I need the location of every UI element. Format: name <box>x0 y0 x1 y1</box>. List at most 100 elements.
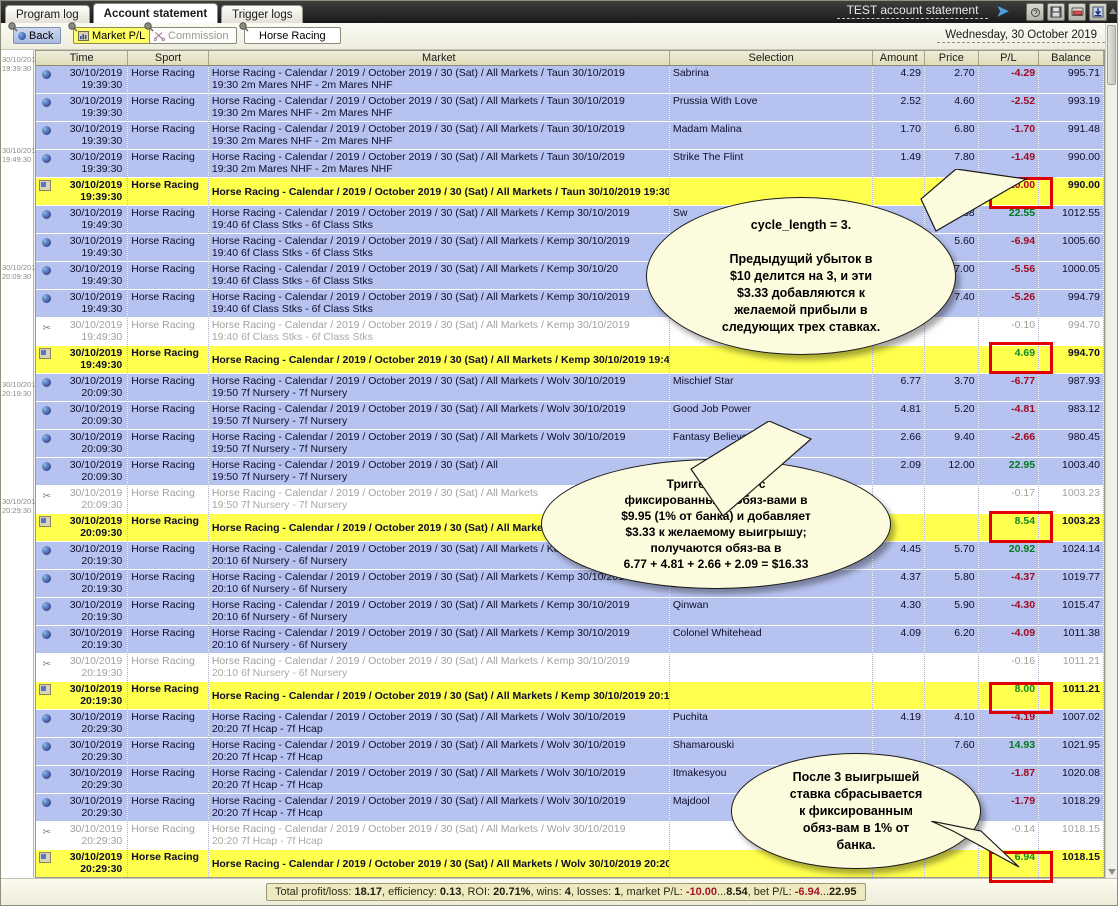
bet-row[interactable]: 30/10/2019 19:39:30 Horse Racing Horse Raci… <box>36 65 1104 94</box>
cell-sport: Horse Racing <box>127 373 209 402</box>
row-date: 30/10/2019 <box>69 374 123 387</box>
bet-row[interactable]: 30/10/2019 20:29:30 Horse Racing Horse Raci… <box>36 709 1104 738</box>
window-buttons <box>1026 3 1107 21</box>
market-line1: Horse Racing - Calendar / 2019 / October… <box>211 353 670 366</box>
back-button[interactable]: Back <box>8 22 62 44</box>
efficiency-label: efficiency: <box>388 886 437 898</box>
cell-balance: 994.79 <box>1038 289 1104 318</box>
bet-row[interactable]: 30/10/2019 19:39:30 Horse Racing Horse Raci… <box>36 93 1104 122</box>
bet-dot-icon <box>42 153 51 163</box>
bet-row[interactable]: 30/10/2019 20:09:30 Horse Racing Horse Raci… <box>36 401 1104 430</box>
scroll-up-button[interactable] <box>1107 4 1117 18</box>
row-date: 30/10/2019 <box>69 206 123 219</box>
row-time: 19:39:30 <box>81 134 123 147</box>
save-button[interactable] <box>1047 3 1065 21</box>
total-label: Total profit/loss: <box>275 886 352 898</box>
help-icon <box>1030 7 1040 17</box>
market-line1: Horse Racing - Calendar / 2019 / October… <box>211 598 630 611</box>
cell-sport: Horse Racing <box>127 737 209 766</box>
timeline-gutter: 30/10/201 19:39:30 30/10/201 19:49:30 30/10/… <box>1 50 35 878</box>
cell-market: Horse Racing - Calendar / 2019 / October… <box>208 709 670 738</box>
market-total-row[interactable]: 30/10/2019 20:19:30 Horse Racing Horse Raci… <box>36 681 1104 710</box>
cell-balance: 1018.15 <box>1038 821 1104 850</box>
bet-row[interactable]: 30/10/2019 20:29:30 Horse Racing Horse Raci… <box>36 737 1104 766</box>
cell-price <box>924 345 979 374</box>
bet-row[interactable]: 30/10/2019 20:09:30 Horse Racing Horse Raci… <box>36 457 1104 486</box>
col-balance[interactable]: Balance <box>1038 51 1104 66</box>
row-date: 30/10/2019 <box>69 262 123 275</box>
timeline-mark: 30/10/201 20:19:30 <box>2 380 35 398</box>
bet-row[interactable]: 30/10/2019 20:19:30 Horse Racing Horse Raci… <box>36 625 1104 654</box>
sport-filter-button[interactable]: Horse Racing <box>239 22 341 44</box>
cell-sport: Horse Racing <box>127 121 209 150</box>
row-time: 20:09:30 <box>81 470 123 483</box>
row-time: 20:09:30 <box>81 386 123 399</box>
cell-market: Horse Racing - Calendar / 2019 / October… <box>208 597 670 626</box>
cell-pl: -4.30 <box>978 597 1040 626</box>
cell-balance: 1011.21 <box>1038 681 1104 710</box>
row-date: 30/10/2019 <box>69 514 123 527</box>
commission-row[interactable]: ✂ 30/10/2019 20:19:30 Horse Racing Horse Rac… <box>36 653 1104 682</box>
scrollbar-thumb[interactable] <box>1107 25 1116 85</box>
commission-row[interactable]: ✂ 30/10/2019 19:49:30 Horse Racing Horse Rac… <box>36 317 1104 346</box>
bet-row[interactable]: 30/10/2019 20:19:30 Horse Racing Horse Raci… <box>36 597 1104 626</box>
market-pl-button[interactable]: Market P/L <box>68 22 154 44</box>
scroll-down-button[interactable] <box>1107 867 1117 877</box>
row-time: 20:19:30 <box>81 554 123 567</box>
cell-price: 3.70 <box>924 373 979 402</box>
market-line2: 19:30 2m Mares NHF - 2m Mares NHF <box>211 78 393 91</box>
bet-row[interactable]: 30/10/2019 20:09:30 Horse Racing Horse Raci… <box>36 429 1104 458</box>
timeline-date: 30/10/201 <box>2 380 36 389</box>
callout-line: к фиксированным <box>799 803 913 818</box>
range-sep: ... <box>717 886 727 898</box>
bet-dot-icon <box>42 237 51 247</box>
row-date: 30/10/2019 <box>69 654 123 667</box>
cell-sport: Horse Racing <box>127 681 209 710</box>
cell-balance: 1018.29 <box>1038 793 1104 822</box>
table-header-row: Time Sport Market Selection Amount Price… <box>36 51 1104 66</box>
cell-balance: 1024.14 <box>1038 541 1104 570</box>
col-sport[interactable]: Sport <box>127 51 209 66</box>
row-icon <box>39 431 53 444</box>
col-amount[interactable]: Amount <box>872 51 925 66</box>
tab-trigger-logs[interactable]: Trigger logs <box>221 5 304 24</box>
pl-value: -1.49 <box>1011 150 1036 163</box>
market-line1: Horse Racing - Calendar / 2019 / October… <box>211 402 626 415</box>
help-button[interactable] <box>1026 3 1044 21</box>
cell-selection: Mischief Star <box>669 373 874 402</box>
col-selection[interactable]: Selection <box>669 51 874 66</box>
col-price[interactable]: Price <box>924 51 979 66</box>
row-time: 20:29:30 <box>81 750 123 763</box>
pl-value: -5.56 <box>1011 262 1036 275</box>
tab-account-statement[interactable]: Account statement <box>92 3 219 24</box>
cell-time: 30/10/2019 19:39:30 <box>36 177 129 206</box>
market-pl-label: market P/L: <box>626 886 683 898</box>
commission-button[interactable]: Commission <box>144 22 237 44</box>
bet-row[interactable]: 30/10/2019 20:19:30 Horse Racing Horse Raci… <box>36 569 1104 598</box>
bet-dot-icon <box>42 209 51 219</box>
cell-sport: Horse Racing <box>127 149 209 178</box>
col-market[interactable]: Market <box>208 51 670 66</box>
cell-market: Horse Racing - Calendar / 2019 / October… <box>208 681 670 710</box>
bet-row[interactable]: 30/10/2019 20:09:30 Horse Racing Horse Raci… <box>36 373 1104 402</box>
bet-row[interactable]: 30/10/2019 19:39:30 Horse Racing Horse Raci… <box>36 121 1104 150</box>
cell-balance: 1019.77 <box>1038 569 1104 598</box>
market-total-row[interactable]: 30/10/2019 19:49:30 Horse Racing Horse Raci… <box>36 345 1104 374</box>
col-pl[interactable]: P/L <box>978 51 1040 66</box>
cell-market: Horse Racing - Calendar / 2019 / October… <box>208 429 670 458</box>
cell-sport: Horse Racing <box>127 345 209 374</box>
cell-sport: Horse Racing <box>127 93 209 122</box>
row-icon <box>39 515 53 528</box>
export-button[interactable] <box>1068 3 1086 21</box>
market-line2: 19:40 6f Class Stks - 6f Class Stks <box>211 246 373 259</box>
cell-time: 30/10/2019 20:19:30 <box>36 597 129 626</box>
cell-market: Horse Racing - Calendar / 2019 / October… <box>208 93 670 122</box>
download-button[interactable] <box>1089 3 1107 21</box>
vertical-scrollbar[interactable] <box>1105 23 1117 878</box>
pl-value: -0.17 <box>1011 486 1036 499</box>
col-time[interactable]: Time <box>36 51 129 66</box>
market-line1: Horse Racing - Calendar / 2019 / October… <box>211 94 625 107</box>
market-line2: 20:20 7f Hcap - 7f Hcap <box>211 778 323 791</box>
arrow-right-icon[interactable]: ➤ <box>996 4 1009 19</box>
row-icon <box>39 851 53 864</box>
